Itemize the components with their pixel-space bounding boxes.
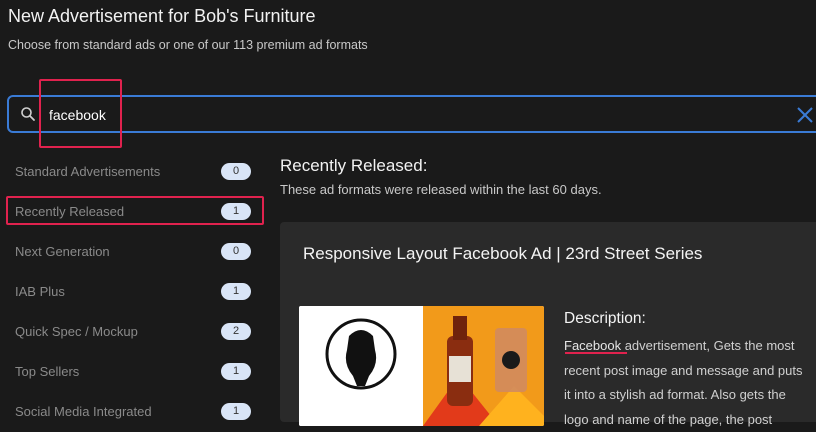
count-badge: 1: [221, 363, 251, 380]
sidebar-item-label: Top Sellers: [15, 364, 80, 379]
sidebar-item-label: Quick Spec / Mockup: [15, 324, 138, 339]
search-input[interactable]: [47, 103, 751, 127]
close-icon[interactable]: [795, 105, 815, 125]
count-badge: 0: [221, 243, 251, 260]
sidebar-item-iab-plus[interactable]: IAB Plus 1: [0, 272, 266, 312]
count-badge: 0: [221, 163, 251, 180]
sidebar-item-label: Next Generation: [15, 244, 110, 259]
ad-preview-graphic: [299, 306, 544, 426]
page-subtitle: Choose from standard ads or one of our 1…: [8, 38, 368, 52]
section-description: These ad formats were released within th…: [280, 182, 602, 197]
search-bar[interactable]: [7, 95, 816, 133]
sidebar-item-standard-advertisements[interactable]: Standard Advertisements 0: [0, 152, 266, 192]
sidebar-item-quick-spec-mockup[interactable]: Quick Spec / Mockup 2: [0, 312, 266, 352]
card-title[interactable]: Responsive Layout Facebook Ad | 23rd Str…: [303, 244, 702, 264]
description-text: Facebook advertisement, Gets the most re…: [564, 334, 804, 432]
section-title: Recently Released:: [280, 156, 428, 175]
page-title: New Advertisement for Bob's Furniture: [8, 6, 316, 26]
count-badge: 1: [221, 283, 251, 300]
sidebar-item-top-sellers[interactable]: Top Sellers 1: [0, 352, 266, 392]
sidebar-item-label: IAB Plus: [15, 284, 65, 299]
sidebar-item-social-media-integrated[interactable]: Social Media Integrated 1: [0, 392, 266, 432]
description-heading: Description:: [564, 310, 646, 327]
sidebar-item-next-generation[interactable]: Next Generation 0: [0, 232, 266, 272]
ad-format-card[interactable]: Responsive Layout Facebook Ad | 23rd Str…: [280, 222, 816, 427]
ad-preview-image[interactable]: [299, 306, 544, 426]
count-badge: 2: [221, 323, 251, 340]
keyword-underline: [565, 352, 627, 354]
sidebar-highlight-box: [6, 196, 264, 225]
sidebar-item-label: Standard Advertisements: [15, 164, 161, 179]
search-icon: [21, 107, 35, 121]
description-keyword: Facebook: [564, 338, 622, 353]
search-highlight-box: [39, 79, 122, 148]
